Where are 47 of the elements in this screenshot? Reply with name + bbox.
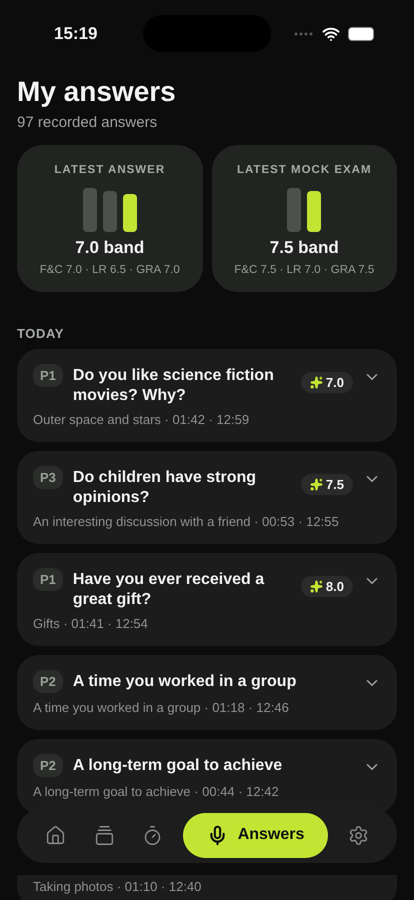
section-heading: TODAY <box>16 325 66 343</box>
card-label: LATEST MOCK EXAM <box>236 164 372 176</box>
score-value: 8.0 <box>326 579 344 594</box>
tab-button[interactable]: Answers <box>182 812 328 858</box>
card-label: LATEST ANSWER <box>54 164 166 176</box>
score-value: 7.0 <box>326 375 344 390</box>
answer-card[interactable]: P1 Have you ever received a great gift? 8.0 Gifts · 01:41 · 12:54 <box>17 553 397 646</box>
part-tag: P3 <box>33 466 63 490</box>
page-title: My answers <box>17 76 177 108</box>
answer-card[interactable]: P2 A time you worked in a group A time you worked in a group · 01:18 · 12:46 <box>17 655 397 730</box>
stack-icon <box>94 824 115 846</box>
answer-card[interactable]: P2 A long-term goal to achieve A long-term goal to achieve · 00:44 · 12:42 <box>17 739 397 814</box>
answer-meta: An interesting discussion with a friend · 00:53 · 12:55 <box>33 514 340 530</box>
summary-card[interactable]: LATEST ANSWER 7.0 band F&C 7.0 · LR 6.5 · GRA 7.0 <box>17 145 202 292</box>
question-title: A time you worked in a group <box>72 672 298 692</box>
score-breakdown: F&C 7.0 · LR 6.5 · GRA 7.0 <box>40 264 180 276</box>
sparkle-icon <box>310 376 323 389</box>
band-score: 7.5 band <box>270 238 339 258</box>
summary-card[interactable]: LATEST MOCK EXAM 7.5 band F&C 7.5 · LR 7.0 · GRA 7.5 <box>212 145 397 292</box>
question-title: A long-term goal to achieve <box>72 756 284 776</box>
question-title: Do children have strong opinions? <box>72 468 258 508</box>
sparkle-icon <box>310 478 323 492</box>
answer-meta: Outer space and stars · 01:42 · 12:59 <box>33 412 250 428</box>
part-tag: P1 <box>33 568 63 592</box>
part-tag: P2 <box>33 754 63 778</box>
sparkle-icon <box>310 580 323 594</box>
question-title: Do you like science fiction movies? Why? <box>72 366 275 406</box>
settings-icon <box>348 824 369 846</box>
home-icon <box>45 824 66 846</box>
battery-icon <box>348 27 374 41</box>
score-breakdown: F&C 7.5 · LR 7.0 · GRA 7.5 <box>234 264 374 276</box>
answer-count: 97 recorded answers <box>17 114 158 131</box>
wifi-icon <box>322 25 340 43</box>
answer-meta: A long-term goal to achieve · 00:44 · 12:42 <box>33 784 280 800</box>
part-tag: P2 <box>33 670 63 694</box>
band-score: 7.0 band <box>75 238 144 258</box>
answer-meta: Gifts · 01:41 · 12:54 <box>33 616 149 632</box>
signal-icon <box>294 32 314 36</box>
answer-card[interactable]: P1 Do you like science fiction movies? Why? 7.0 Outer space and stars · 01:42 · 12:59 <box>17 349 397 442</box>
answer-card[interactable]: P3 Do children have strong opinions? 7.5 An interesting discussion with a friend · 00:53 · 12:55 <box>17 451 397 544</box>
answer-meta: Taking photos · 01:10 · 12:40 <box>33 879 202 894</box>
part-tag: P1 <box>33 364 63 387</box>
status-time: 15:19 <box>54 24 98 44</box>
score-value: 7.5 <box>326 477 344 492</box>
question-title: Have you ever received a great gift? <box>72 570 266 610</box>
answer-meta: A time you worked in a group · 01:18 · 12:46 <box>33 700 290 716</box>
answer-card[interactable]: Taking photos · 01:10 · 12:40 <box>17 875 397 900</box>
